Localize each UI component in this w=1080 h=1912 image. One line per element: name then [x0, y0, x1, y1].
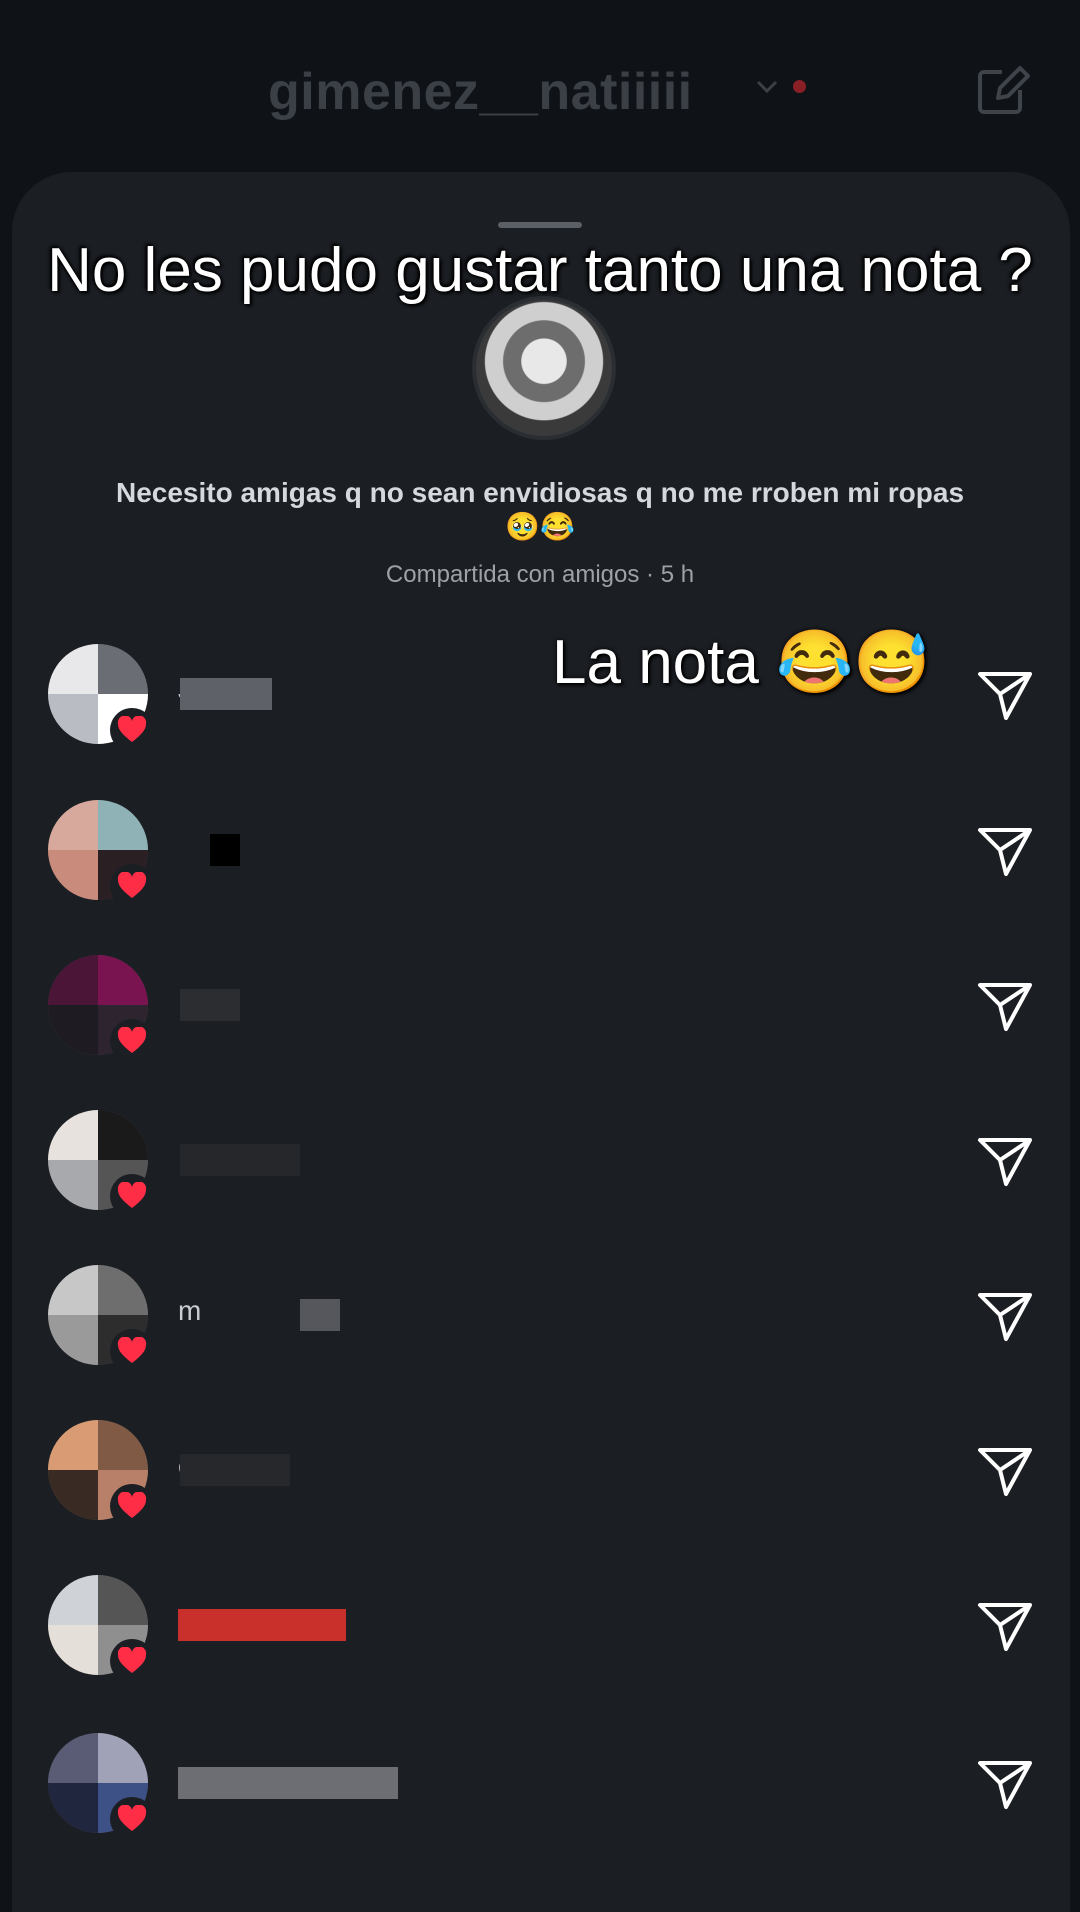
avatar-pixel [98, 1733, 148, 1783]
avatar-pixel [48, 1005, 98, 1055]
avatar-pixel [48, 800, 98, 850]
avatar-pixel [48, 1783, 98, 1833]
username-pixelation [180, 1454, 290, 1486]
username-pixelation [180, 678, 272, 710]
send-message-icon[interactable] [976, 666, 1034, 724]
like-row[interactable]: ı [0, 955, 1080, 1085]
send-message-icon[interactable] [976, 1132, 1034, 1190]
username-pixelation [210, 834, 240, 866]
like-row[interactable] [0, 800, 1080, 930]
like-row[interactable]: k [0, 1733, 1080, 1863]
avatar-pixel [48, 644, 98, 694]
avatar-pixel [48, 1420, 98, 1470]
send-message-icon[interactable] [976, 1287, 1034, 1345]
avatar-pixel [48, 955, 98, 1005]
chevron-down-icon[interactable] [752, 72, 782, 102]
avatar-pixel [98, 1420, 148, 1470]
top-bar: gimenez__natiiiii [0, 0, 1080, 180]
avatar-pixel [48, 1625, 98, 1675]
like-row[interactable]: m [0, 1265, 1080, 1395]
avatar-pixel [48, 1315, 98, 1365]
avatar-pixel [98, 1110, 148, 1160]
notification-dot [793, 80, 806, 93]
send-message-icon[interactable] [976, 977, 1034, 1035]
like-row[interactable] [0, 1575, 1080, 1705]
avatar-pixel [48, 1733, 98, 1783]
like-row[interactable]: · [0, 1110, 1080, 1240]
send-message-icon[interactable] [976, 1597, 1034, 1655]
username-pixelation [178, 1767, 398, 1799]
heart-icon [110, 1019, 154, 1063]
avatar-pixel [48, 850, 98, 900]
username-pixelation [300, 1299, 340, 1331]
heart-icon [110, 864, 154, 908]
heart-icon [110, 1797, 154, 1841]
account-username[interactable]: gimenez__natiiiii [268, 62, 693, 122]
note-author-avatar [472, 296, 616, 440]
send-message-icon[interactable] [976, 1755, 1034, 1813]
avatar-pixel [48, 694, 98, 744]
heart-icon [110, 1639, 154, 1683]
avatar-pixel [98, 955, 148, 1005]
username-pixelation [178, 1609, 346, 1641]
overlay-caption: No les pudo gustar tanto una nota ? [47, 236, 1033, 305]
avatar-pixel [48, 1575, 98, 1625]
note-meta: Compartida con amigos · 5 h [385, 561, 695, 588]
like-row[interactable]: J [0, 644, 1080, 774]
like-row[interactable]: e [0, 1420, 1080, 1550]
heart-icon [110, 1174, 154, 1218]
heart-icon [110, 1484, 154, 1528]
liker-username[interactable]: m [178, 1295, 201, 1327]
avatar-pixel [48, 1470, 98, 1520]
username-pixelation [180, 989, 240, 1021]
note-text: Necesito amigas q no sean envidiosas q n… [115, 477, 965, 542]
avatar-pixel [98, 800, 148, 850]
avatar-pixel [98, 1265, 148, 1315]
avatar-pixel [98, 644, 148, 694]
heart-icon [110, 1329, 154, 1373]
username-pixelation [180, 1144, 300, 1176]
send-message-icon[interactable] [976, 1442, 1034, 1500]
heart-icon [110, 708, 154, 752]
avatar-pixel [98, 1575, 148, 1625]
avatar-pixel [48, 1160, 98, 1210]
avatar-pixel [48, 1265, 98, 1315]
avatar-pixel [48, 1110, 98, 1160]
edit-icon[interactable] [974, 60, 1032, 118]
send-message-icon[interactable] [976, 822, 1034, 880]
